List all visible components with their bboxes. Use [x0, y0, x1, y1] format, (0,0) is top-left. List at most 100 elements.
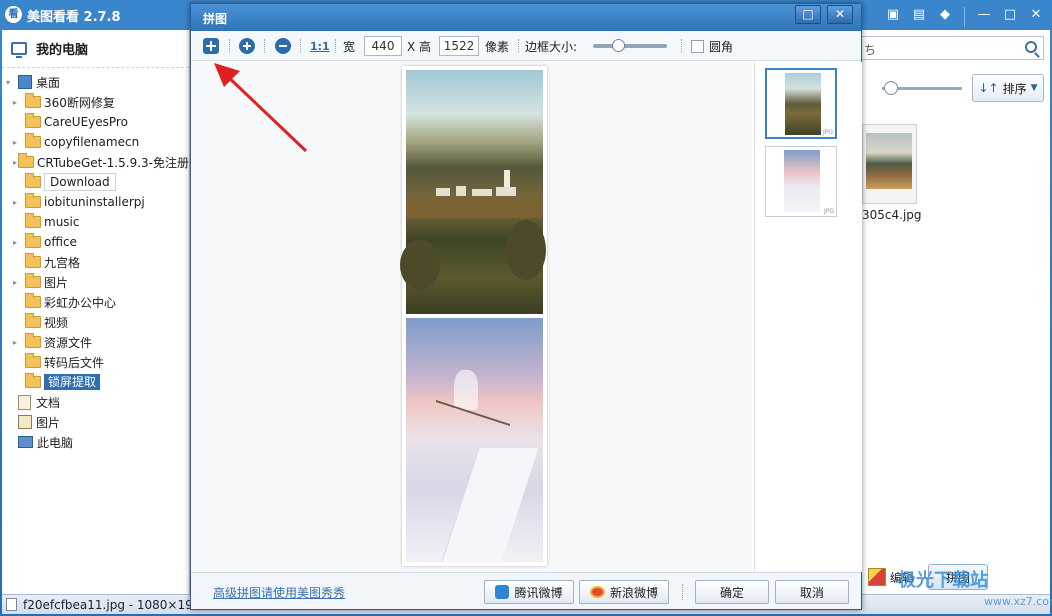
folder-icon [25, 173, 41, 188]
sina-weibo-label: 新浪微博 [609, 585, 658, 600]
tree-item[interactable]: ▸ office [2, 232, 189, 252]
folder-tree-panel: 我的电脑 ▾ 桌面 ▸ 360断网修复 CareUEyesPro ▸ copyfilenam… [2, 30, 190, 594]
expand-arrow-icon[interactable]: ▸ [13, 198, 25, 207]
rounded-corner-checkbox[interactable]: 圆角 [691, 36, 733, 56]
tree-item-label: CareUEyesPro [44, 115, 128, 129]
sort-button[interactable]: ↓↑ 排序 ▼ [972, 74, 1044, 102]
tree-item[interactable]: ▸ 图片 [2, 272, 189, 292]
skin-icon[interactable]: ◆ [935, 5, 955, 25]
tree-item-label: iobituninstallerpj [44, 195, 145, 209]
tree-item-label: 此电脑 [37, 435, 74, 450]
image-thumbnail[interactable] [862, 124, 917, 204]
dialog-maximize-button[interactable]: □ [795, 5, 821, 24]
toolbar-separator [335, 39, 336, 53]
folder-icon [25, 133, 41, 148]
height-input[interactable] [439, 36, 479, 56]
window-controls: ▣ ▤ ◆ — □ ✕ [883, 5, 1046, 29]
tree-item[interactable]: ▸ CRTubeGet-1.5.9.3-免注册 [2, 152, 189, 172]
expand-arrow-icon[interactable]: ▸ [13, 338, 25, 347]
folder-icon [25, 313, 41, 328]
dialog-close-button[interactable]: ✕ [827, 5, 853, 24]
folder-icon [25, 293, 41, 308]
add-image-button[interactable] [203, 36, 219, 56]
add-icon [203, 38, 219, 54]
search-placeholder: ち [864, 43, 877, 57]
border-size-slider[interactable] [593, 36, 667, 56]
tree-item-label: 图片 [36, 415, 61, 430]
file-icon [6, 598, 17, 611]
border-slider-track[interactable] [593, 39, 667, 52]
tree-item-label: 彩虹办公中心 [44, 295, 117, 310]
collage-photo-winter[interactable] [406, 318, 543, 562]
tree-item-label: office [44, 235, 77, 249]
tree-item-label: 桌面 [36, 75, 61, 90]
border-slider-knob[interactable] [612, 39, 625, 52]
actual-size-button[interactable]: 1:1 [310, 36, 330, 56]
maximize-icon[interactable]: □ [1000, 5, 1020, 25]
tree-item[interactable]: ▸ 资源文件 [2, 332, 189, 352]
folder-icon [25, 193, 41, 208]
expand-arrow-icon[interactable]: ▸ [13, 278, 25, 287]
dialog-toolbar: 1:1 宽 X 高 像素 边框大小: 圆角 [191, 31, 861, 61]
tree-item[interactable]: music [2, 212, 189, 232]
tree-item[interactable]: 转码后文件 [2, 352, 189, 372]
thumbnail-size-slider-knob[interactable] [884, 81, 898, 95]
zoom-in-button[interactable] [239, 36, 255, 56]
expand-arrow-icon[interactable]: ▸ [13, 138, 25, 147]
collage-thumbnail[interactable]: JPG [765, 68, 837, 139]
sort-icon: ↓↑ [978, 81, 999, 95]
expand-arrow-icon[interactable]: ▸ [13, 238, 25, 247]
collage-thumbnail[interactable]: JPG [765, 146, 837, 217]
collage-thumbnail-list: JPG JPG [754, 62, 862, 572]
rounded-corner-label: 圆角 [709, 39, 734, 54]
tree-item[interactable]: ▾ 桌面 [2, 72, 189, 92]
folder-icon [25, 253, 41, 268]
tree-item[interactable]: 视频 [2, 312, 189, 332]
folder-icon [18, 153, 34, 168]
collage-canvas [192, 62, 752, 572]
close-icon[interactable]: ✕ [1026, 5, 1046, 25]
edit-icon[interactable] [868, 568, 886, 586]
tree-item[interactable]: ▸ 360断网修复 [2, 92, 189, 112]
collage-photo-landscape[interactable] [400, 70, 546, 314]
dialog-titlebar: 拼图 □ ✕ [191, 4, 861, 31]
sina-weibo-button[interactable]: 新浪微博 [579, 580, 669, 604]
tree-item-label: 九宫格 [44, 255, 81, 270]
photo-hills [406, 198, 543, 218]
tree-item-label: 资源文件 [44, 335, 93, 350]
app-title: 美图看看 2.7.8 [27, 10, 121, 25]
tree-item[interactable]: 文档 [2, 392, 189, 412]
search-input[interactable]: ち [862, 36, 1044, 60]
width-input[interactable] [364, 36, 402, 56]
tencent-weibo-button[interactable]: 腾讯微博 [484, 580, 574, 604]
tree-item[interactable]: 九宫格 [2, 252, 189, 272]
ok-button[interactable]: 确定 [695, 580, 769, 604]
minimize-icon[interactable]: — [974, 5, 994, 25]
cancel-button[interactable]: 取消 [775, 580, 849, 604]
tree-item[interactable]: 彩虹办公中心 [2, 292, 189, 312]
rounded-corner-check[interactable] [691, 39, 704, 53]
tree-item-label: 文档 [36, 395, 61, 410]
tree-item[interactable]: 锁屏提取 [2, 372, 189, 392]
expand-arrow-icon[interactable]: ▸ [13, 98, 25, 107]
tree-item-label: CRTubeGet-1.5.9.3-免注册 [37, 155, 189, 170]
tree-item[interactable]: Download [2, 172, 189, 192]
app-logo: 看 [5, 6, 22, 23]
tree-item[interactable]: 图片 [2, 412, 189, 432]
search-icon[interactable] [1025, 41, 1037, 53]
tree-item[interactable]: ▸ iobituninstallerpj [2, 192, 189, 212]
toolbar-separator [681, 39, 682, 53]
zoom-out-button[interactable] [275, 36, 291, 56]
tree-item[interactable]: ▸ copyfilenamecn [2, 132, 189, 152]
my-computer-header[interactable]: 我的电脑 [2, 30, 189, 68]
feedback-icon[interactable]: ▣ [883, 5, 903, 25]
border-size-label: 边框大小: [525, 36, 577, 56]
advanced-puzzle-link[interactable]: 高级拼图请使用美图秀秀 [213, 584, 345, 601]
thumbnail-image [866, 133, 912, 189]
expand-arrow-icon[interactable]: ▾ [6, 78, 18, 87]
tree-item[interactable]: 此电脑 [2, 432, 189, 452]
tree-item-label: copyfilenamecn [44, 135, 140, 149]
menu-icon[interactable]: ▤ [909, 5, 929, 25]
tree-item-label: music [44, 215, 80, 229]
tree-item[interactable]: CareUEyesPro [2, 112, 189, 132]
